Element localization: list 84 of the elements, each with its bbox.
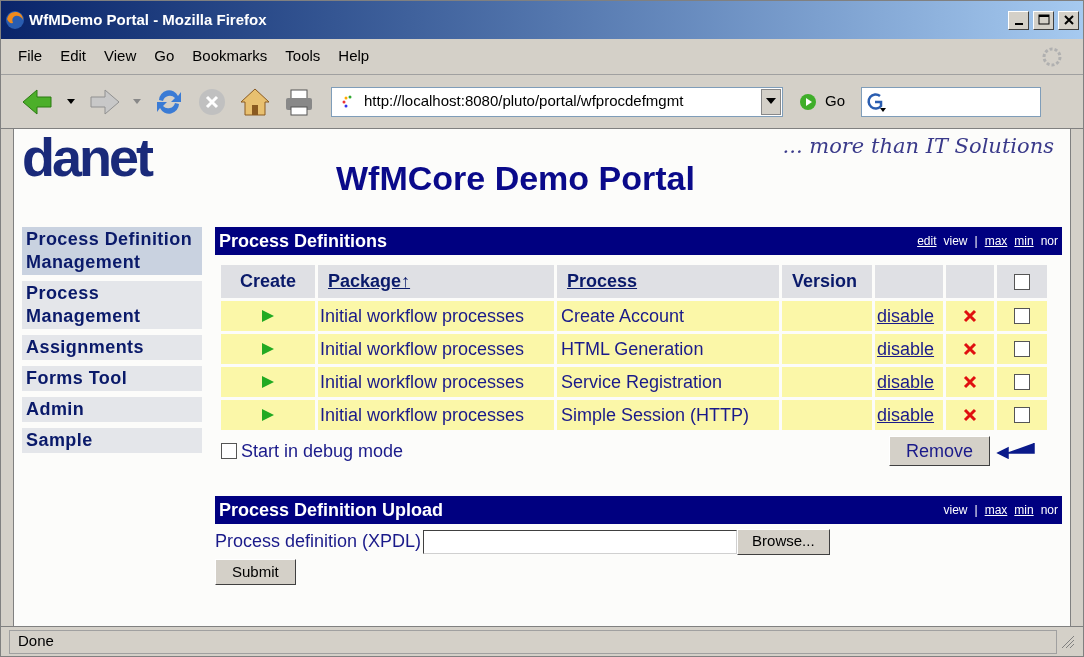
table-cell: Service Registration — [557, 367, 779, 397]
sidebar-item[interactable]: Process Definition Management — [22, 227, 202, 275]
checkbox[interactable] — [221, 443, 237, 459]
separator: | — [974, 233, 978, 250]
delete-icon[interactable] — [963, 309, 977, 323]
go-button[interactable]: Go — [799, 90, 845, 113]
dropdown-arrow-icon[interactable] — [766, 97, 776, 106]
table-cell: Initial workflow processes — [318, 301, 554, 331]
sidebar-item[interactable]: Forms Tool — [22, 366, 202, 391]
checkbox[interactable] — [1014, 273, 1030, 290]
column-header — [875, 265, 943, 298]
column-header — [946, 265, 994, 298]
mode-link[interactable]: edit — [917, 232, 937, 250]
go-icon — [799, 92, 817, 111]
sidebar-item[interactable]: Assignments — [22, 335, 202, 360]
home-button[interactable] — [239, 86, 271, 117]
play-icon[interactable] — [261, 375, 275, 389]
checkbox[interactable] — [1014, 407, 1030, 423]
mode-label: view — [943, 502, 968, 519]
sidebar-item[interactable]: Sample — [22, 428, 202, 453]
status-text: Done — [9, 629, 1057, 654]
menu-item[interactable]: Help — [329, 45, 379, 68]
table-cell: Simple Session (HTTP) — [557, 400, 779, 430]
table-cell: Initial workflow processes — [318, 334, 554, 364]
mode-label: nor — [1040, 233, 1058, 250]
column-header: Version — [782, 265, 872, 298]
play-icon[interactable] — [261, 408, 275, 422]
table-cell: HTML Generation — [557, 334, 779, 364]
field-label: Process definition (XPDL) — [215, 530, 422, 553]
browse-button[interactable]: Browse... — [737, 528, 830, 555]
maximize-icon — [1035, 12, 1052, 28]
back-button[interactable] — [21, 86, 55, 117]
checkbox[interactable] — [1014, 308, 1030, 324]
mode-label: view — [943, 233, 968, 250]
throbber-icon — [1041, 45, 1063, 68]
menu-item[interactable]: Go — [145, 45, 184, 68]
play-icon[interactable] — [261, 342, 275, 356]
table-cell: Initial workflow processes — [318, 400, 554, 430]
table-cell: Initial workflow processes — [318, 367, 554, 397]
print-button[interactable] — [283, 86, 315, 117]
menu-item[interactable]: View — [95, 45, 146, 68]
return-arrow-icon — [996, 443, 1036, 459]
minimize-icon — [1014, 23, 1023, 25]
url-field[interactable]: http://localhost:8080/pluto/portal/wfprocdefmgmt — [331, 86, 783, 117]
mode-link[interactable]: min — [1014, 501, 1034, 519]
file-field[interactable] — [423, 529, 738, 554]
portal-title: WfMCore Demo Portal — [336, 159, 695, 197]
checkbox-label: Start in debug mode — [241, 439, 405, 463]
logo: danet — [22, 133, 153, 181]
maximize-button[interactable] — [1033, 10, 1054, 30]
remove-button[interactable]: Remove — [888, 436, 990, 466]
checkbox[interactable] — [1014, 341, 1030, 357]
play-icon[interactable] — [261, 309, 275, 323]
mode-link[interactable]: min — [1014, 232, 1034, 250]
window-title: WfMDemo Portal - Mozilla Firefox — [29, 9, 268, 30]
panel-title: Process Definitions — [219, 229, 389, 253]
column-header[interactable]: Package↑ — [318, 265, 554, 298]
mode-link[interactable]: max — [984, 501, 1008, 519]
delete-icon[interactable] — [963, 342, 977, 356]
firefox-icon — [5, 10, 25, 30]
menu-item[interactable]: File — [9, 45, 52, 68]
menu-item[interactable]: Bookmarks — [183, 45, 277, 68]
panel-title: Process Definition Upload — [219, 498, 445, 522]
sidebar-item[interactable]: Admin — [22, 397, 202, 422]
dropdown-arrow-icon — [67, 98, 75, 105]
mode-label: nor — [1040, 502, 1058, 519]
slogan: ... more than IT Solutions — [782, 133, 1054, 159]
delete-icon[interactable] — [963, 408, 977, 422]
separator: | — [974, 502, 978, 519]
sidebar-item[interactable]: Process Management — [22, 281, 202, 329]
delete-icon[interactable] — [963, 375, 977, 389]
minimize-button[interactable] — [1008, 10, 1029, 30]
mode-link[interactable]: max — [984, 232, 1008, 250]
table-cell: Create Account — [557, 301, 779, 331]
search-field[interactable] — [861, 86, 1041, 117]
submit-button[interactable]: Submit — [215, 559, 296, 585]
column-header[interactable]: Process — [557, 265, 779, 298]
menu-item[interactable]: Edit — [51, 45, 96, 68]
column-header: Create — [221, 265, 315, 298]
checkbox[interactable] — [1014, 374, 1030, 390]
resize-grip-icon[interactable] — [1061, 634, 1075, 649]
close-button[interactable] — [1058, 10, 1079, 30]
dropdown-arrow-icon — [133, 98, 141, 105]
menu-item[interactable]: Tools — [276, 45, 330, 68]
